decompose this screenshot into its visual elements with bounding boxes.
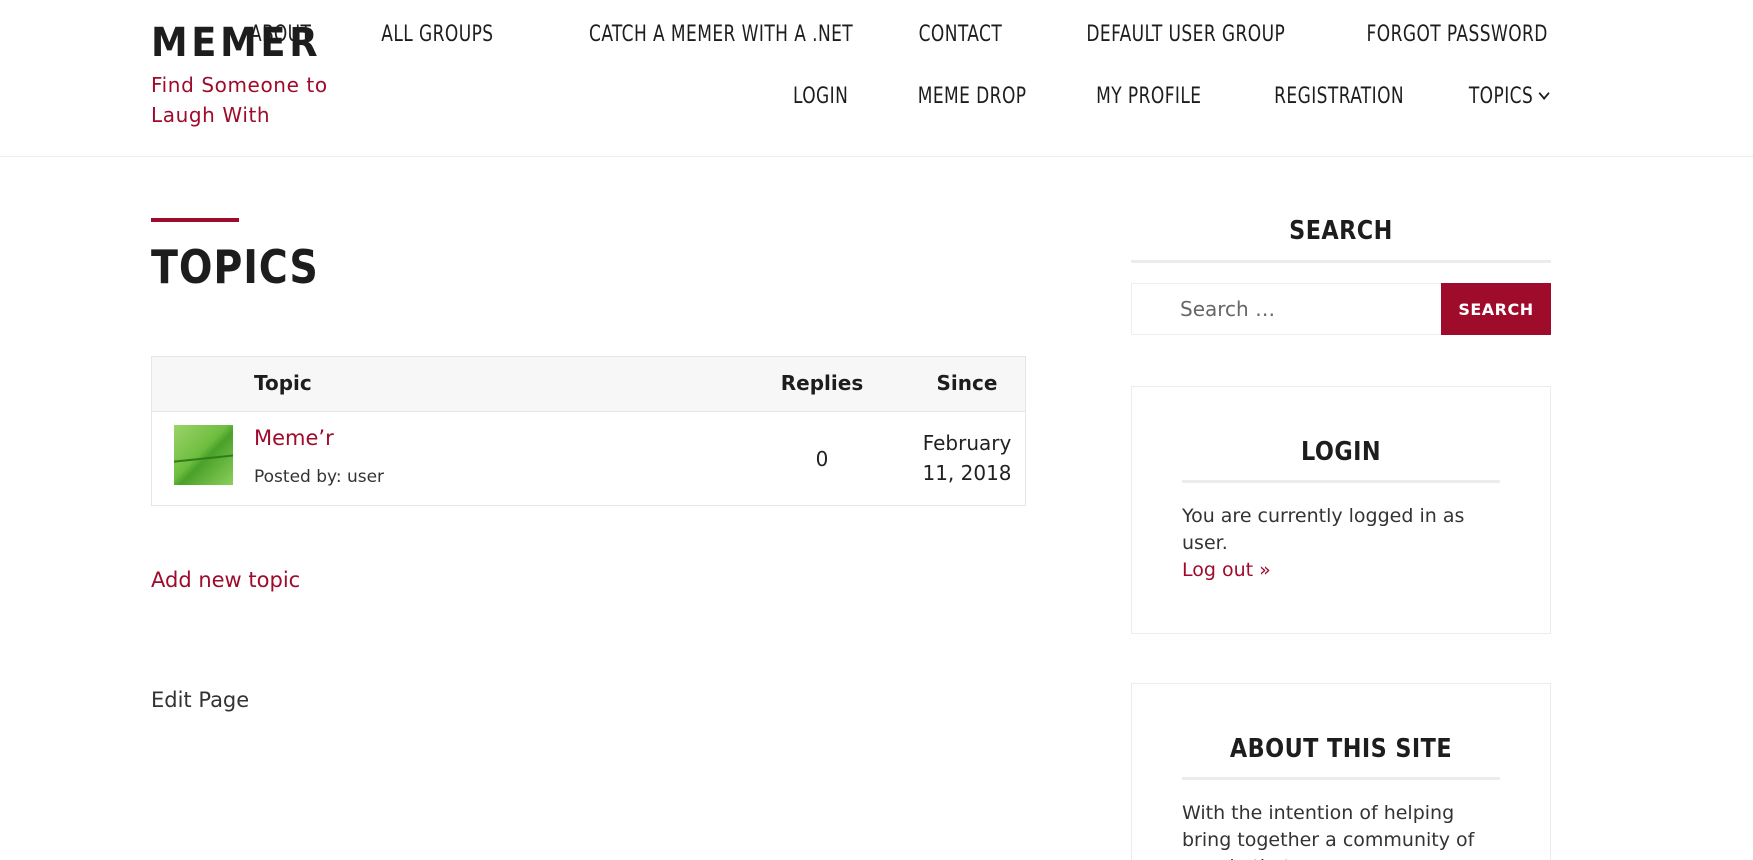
nav-item-contact[interactable]: CONTACT	[918, 22, 1002, 47]
login-widget-title: LOGIN	[1300, 437, 1382, 467]
nav-item-login[interactable]: LOGIN	[793, 84, 848, 109]
logout-link[interactable]: Log out »	[1182, 559, 1271, 581]
nav-item-default-user-group[interactable]: DEFAULT USER GROUP	[1086, 22, 1285, 47]
site-header: MEMER Find Someone to Laugh With ABOUT A…	[0, 0, 1753, 157]
add-new-topic-link[interactable]: Add new topic	[151, 568, 300, 592]
primary-nav-row-1: ABOUT ALL GROUPS CATCH A MEMER WITH A .N…	[240, 22, 1548, 47]
about-widget: ABOUT THIS SITE With the intention of he…	[1131, 683, 1551, 860]
about-widget-divider	[1182, 777, 1500, 780]
topic-title-link[interactable]: Meme’r	[254, 426, 334, 450]
about-widget-title: ABOUT THIS SITE	[1229, 734, 1453, 764]
topics-table: Topic Replies Since Meme’r Posted by: us…	[151, 356, 1026, 506]
nav-item-topics[interactable]: TOPICS	[1469, 84, 1550, 109]
search-input[interactable]	[1131, 283, 1442, 335]
nav-item-registration[interactable]: REGISTRATION	[1274, 84, 1404, 109]
header-replies: Replies	[780, 371, 864, 395]
site-tagline: Find Someone to Laugh With	[151, 73, 328, 127]
login-status-text: You are currently logged in as user.	[1182, 505, 1465, 554]
search-widget-title: SEARCH	[1289, 216, 1393, 246]
login-widget-divider	[1182, 480, 1500, 483]
topic-replies-count: 0	[815, 447, 829, 471]
chevron-down-icon[interactable]	[1538, 87, 1550, 100]
nav-item-about[interactable]: ABOUT	[250, 22, 311, 47]
about-text: With the intention of helping bring toge…	[1182, 802, 1475, 860]
header-topic: Topic	[254, 371, 312, 395]
topic-posted-by: Posted by: user	[254, 467, 385, 487]
nav-item-my-profile[interactable]: MY PROFILE	[1096, 84, 1201, 109]
nav-item-meme-drop[interactable]: MEME DROP	[918, 84, 1027, 109]
nav-item-topics-label: TOPICS	[1469, 84, 1534, 109]
nav-item-forgot-password[interactable]: FORGOT PASSWORD	[1367, 22, 1548, 47]
primary-nav-row-2: LOGIN MEME DROP MY PROFILE REGISTRATION …	[732, 84, 1550, 109]
table-row: Meme’r Posted by: user 0 February 11, 20…	[152, 412, 1025, 505]
search-widget-divider	[1131, 260, 1551, 263]
login-widget: LOGIN You are currently logged in as use…	[1131, 386, 1551, 634]
edit-page-link[interactable]: Edit Page	[151, 688, 249, 712]
table-header: Topic Replies Since	[152, 357, 1025, 412]
nav-item-all-groups[interactable]: ALL GROUPS	[381, 22, 493, 47]
title-accent-bar	[151, 218, 239, 222]
page-title: TOPICS	[151, 240, 319, 294]
nav-item-catch-a-memer[interactable]: CATCH A MEMER WITH A .NET	[589, 22, 853, 47]
topic-thumbnail[interactable]	[174, 425, 233, 485]
header-since: Since	[936, 371, 998, 395]
search-button[interactable]: Search	[1441, 283, 1551, 335]
topic-since-date: February 11, 2018	[922, 431, 1012, 485]
login-status: You are currently logged in as user. Log…	[1182, 503, 1500, 584]
